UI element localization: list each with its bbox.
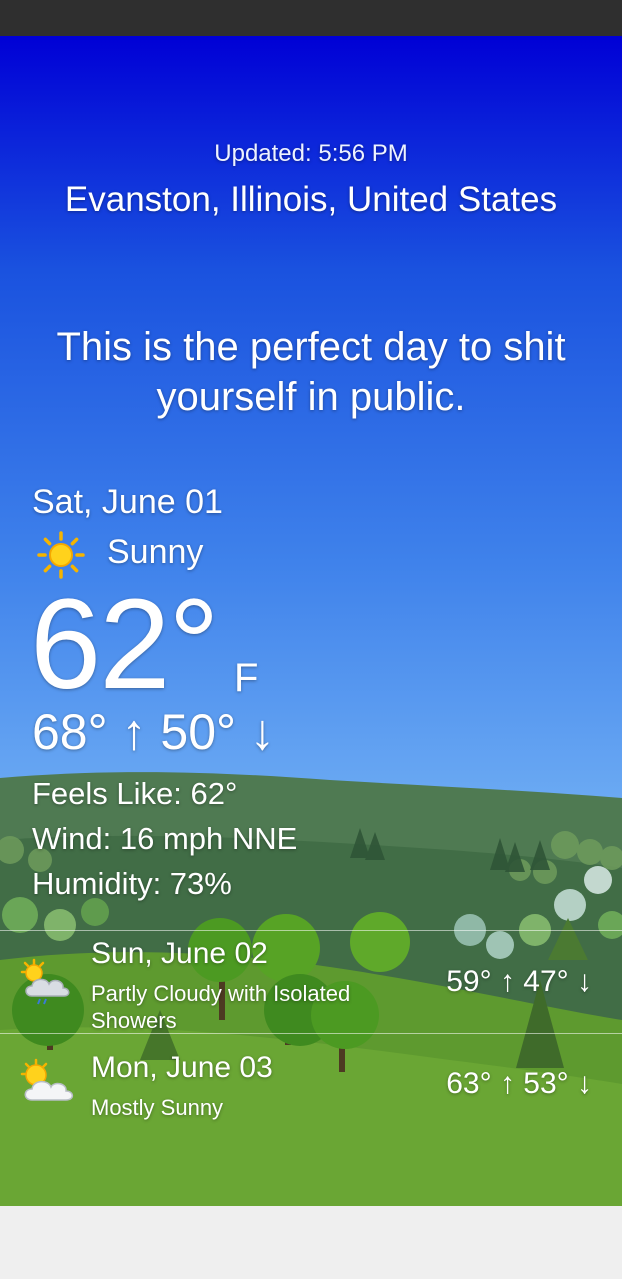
forecast-date: Mon, June 03 bbox=[91, 1051, 273, 1084]
feels-like: Feels Like: 62° bbox=[32, 776, 238, 811]
mostly-sunny-icon bbox=[20, 1058, 74, 1101]
location-title[interactable]: Evanston, Illinois, United States bbox=[0, 180, 622, 220]
current-temperature: 62° bbox=[30, 573, 220, 716]
wind-info: Wind: 16 mph NNE bbox=[32, 821, 298, 856]
forecast-high-low: 59° ↑ 47° ↓ bbox=[446, 965, 592, 998]
forecast-high-low: 63° ↑ 53° ↓ bbox=[446, 1067, 592, 1100]
forecast-condition: Partly Cloudy with Isolated Showers bbox=[91, 981, 351, 1033]
humidity-info: Humidity: 73% bbox=[32, 866, 232, 901]
forecast-divider bbox=[0, 930, 622, 931]
bottom-bar bbox=[0, 1206, 622, 1279]
partly-cloudy-showers-icon bbox=[20, 958, 70, 1005]
status-bar bbox=[0, 0, 622, 36]
today-high-low: 68° ↑ 50° ↓ bbox=[32, 704, 275, 760]
today-date: Sat, June 01 bbox=[32, 483, 223, 521]
forecast-condition: Mostly Sunny bbox=[91, 1095, 224, 1120]
updated-time: Updated: 5:56 PM bbox=[214, 140, 408, 167]
today-condition: Sunny bbox=[107, 533, 204, 571]
forecast-divider bbox=[0, 1033, 622, 1034]
forecast-date: Sun, June 02 bbox=[91, 937, 268, 970]
temperature-unit[interactable]: F bbox=[234, 656, 258, 701]
tagline: This is the perfect day to shit yourself… bbox=[56, 325, 566, 419]
